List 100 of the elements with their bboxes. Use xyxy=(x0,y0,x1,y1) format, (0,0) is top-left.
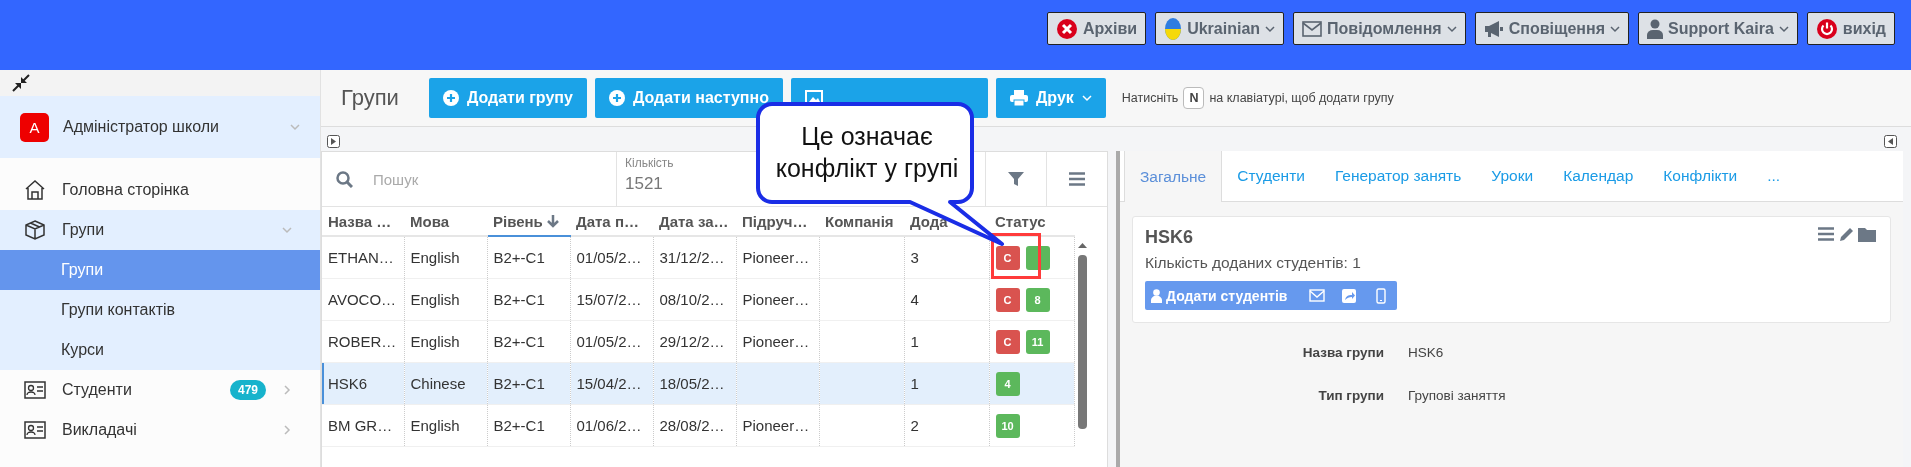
menu-button[interactable]: Архіви xyxy=(1047,12,1147,45)
column-header[interactable]: Дата п… xyxy=(576,212,639,230)
table-row[interactable]: AVOCO… English B2+-C1 15/07/2… 08/10/2… Pioneer… 4 C 8 xyxy=(322,278,1074,321)
pencil-icon xyxy=(1838,227,1854,243)
sidebar-item[interactable]: Головна сторінка xyxy=(0,170,320,210)
menu-button[interactable]: вихід xyxy=(1806,12,1895,45)
menu-button[interactable]: Повідомлення xyxy=(1293,12,1466,45)
table-cell: BM GR… xyxy=(328,417,393,434)
table-cell: 4 xyxy=(910,291,919,308)
group-title: HSK6 xyxy=(1145,227,1193,248)
printer-icon xyxy=(1009,90,1028,106)
sidebar-subitem[interactable]: Курси xyxy=(0,330,320,370)
column-header[interactable]: Підруч… xyxy=(742,212,808,230)
id-card-icon xyxy=(24,381,46,399)
column-header[interactable]: Назва … xyxy=(328,212,392,230)
user-icon xyxy=(1647,18,1664,39)
table-cell: Chinese xyxy=(410,375,466,392)
filter-icon xyxy=(1008,171,1024,187)
collapse-panel-icon xyxy=(1884,135,1897,148)
conflict-badge: C xyxy=(995,287,1020,312)
table-cell: 08/10/2… xyxy=(659,291,725,308)
hint-text: Натисніть xyxy=(1121,91,1179,105)
hint-text: на клавіатурі, щоб додати групу xyxy=(1209,91,1394,105)
table-cell: 18/05/2… xyxy=(659,375,725,392)
table-cell: 15/04/2… xyxy=(576,375,642,392)
table-cell: 2 xyxy=(910,417,919,434)
table-row[interactable]: ROBER… English B2+-C1 01/05/2… 29/12/2… Pioneer… 1 C 11 xyxy=(322,320,1074,363)
menu-button[interactable]: Сповіщення xyxy=(1474,12,1630,45)
flag-icon xyxy=(1164,16,1183,41)
table-cell: 15/07/2… xyxy=(576,291,642,308)
column-header[interactable]: Рівень xyxy=(493,212,560,230)
close-icon xyxy=(1056,17,1078,40)
table-cell: English xyxy=(410,291,460,308)
avatar: А xyxy=(20,112,49,142)
plus-circle-icon xyxy=(608,90,625,106)
table-row[interactable]: HSK6 Chinese B2+-C1 15/04/2… 18/05/2… 1 4 xyxy=(322,362,1074,405)
table-cell: ETHAN… xyxy=(328,249,394,266)
folder-icon xyxy=(1858,227,1876,242)
table-cell: English xyxy=(410,417,460,434)
count-badge: 4 xyxy=(995,371,1020,396)
sidebar-item[interactable]: Групи xyxy=(0,210,320,250)
count-badge: 479 xyxy=(229,380,266,400)
count-badge: 8 xyxy=(1025,287,1050,312)
student-count: Кількість доданих студентів: 1 xyxy=(1145,254,1362,272)
table-row[interactable]: BM GR… English B2+-C1 01/06/2… 28/08/2… Pioneer… 2 10 xyxy=(322,404,1074,447)
table-cell: ROBER… xyxy=(328,333,397,350)
table-cell: Pioneer… xyxy=(742,291,810,308)
table-cell: B2+-C1 xyxy=(493,375,545,392)
search-field[interactable]: Пошук xyxy=(371,169,575,189)
table-cell: Pioneer… xyxy=(742,417,810,434)
table-cell: 1 xyxy=(910,375,919,392)
table-cell: AVOCO… xyxy=(328,291,397,308)
table-cell: 31/12/2… xyxy=(659,249,725,266)
envelope-icon xyxy=(1302,20,1323,37)
search-icon xyxy=(336,170,353,188)
table-cell: 01/06/2… xyxy=(576,417,642,434)
id-card-icon xyxy=(24,421,46,439)
table-cell: HSK6 xyxy=(328,375,368,392)
table-row[interactable]: ETHAN… English B2+-C1 01/05/2… 31/12/2… Pioneer… 3 C xyxy=(322,236,1074,279)
field-value: Групові заняття xyxy=(1408,388,1507,403)
table-cell: 29/12/2… xyxy=(659,333,725,350)
conflict-badge: C xyxy=(995,245,1020,270)
table-cell: English xyxy=(410,333,460,350)
table-cell: B2+-C1 xyxy=(493,291,545,308)
table-cell: English xyxy=(410,249,460,266)
table-cell: 3 xyxy=(910,249,919,266)
menu-button[interactable]: Ukrainian xyxy=(1155,12,1285,45)
list-icon xyxy=(1818,227,1834,241)
table-cell: 01/05/2… xyxy=(576,333,642,350)
table-cell: Pioneer… xyxy=(742,249,810,266)
envelope-icon xyxy=(1309,287,1326,304)
share-icon xyxy=(1341,287,1358,304)
page-title: Групи xyxy=(341,85,399,111)
table-cell: B2+-C1 xyxy=(493,249,545,266)
field-label: Тип групи xyxy=(1317,388,1384,403)
table-cell: 28/08/2… xyxy=(659,417,725,434)
callout-text: Це означає конфлікт у групі xyxy=(774,121,960,184)
column-header[interactable]: Статус xyxy=(995,212,1046,230)
expand-icon xyxy=(327,135,340,148)
menu-button[interactable]: Support Kaira xyxy=(1638,12,1798,45)
sidebar-subitem[interactable]: Групи контактів xyxy=(0,290,320,330)
profile-name: Адміністратор школи xyxy=(63,118,220,136)
power-icon xyxy=(1815,17,1838,40)
sidebar-item[interactable]: Викладачі xyxy=(0,410,320,450)
sidebar-item[interactable]: Студенти 479 xyxy=(0,370,320,410)
column-header[interactable]: Мова xyxy=(410,212,450,230)
count-label: Кількість xyxy=(625,156,674,170)
table-cell: B2+-C1 xyxy=(493,333,545,350)
count-badge: 10 xyxy=(995,413,1020,438)
table-cell: 01/05/2… xyxy=(576,249,642,266)
field-value: HSK6 xyxy=(1408,345,1445,360)
count-value: 1521 xyxy=(625,174,663,194)
column-header[interactable]: Компанія xyxy=(825,212,894,230)
count-badge: 11 xyxy=(1025,329,1050,354)
plus-circle-icon xyxy=(442,90,459,106)
user-icon xyxy=(1151,288,1162,303)
table-cell: 1 xyxy=(910,333,919,350)
field-label: Назва групи xyxy=(1301,345,1384,360)
column-header[interactable]: Дата за… xyxy=(659,212,729,230)
conflict-badge: C xyxy=(995,329,1020,354)
